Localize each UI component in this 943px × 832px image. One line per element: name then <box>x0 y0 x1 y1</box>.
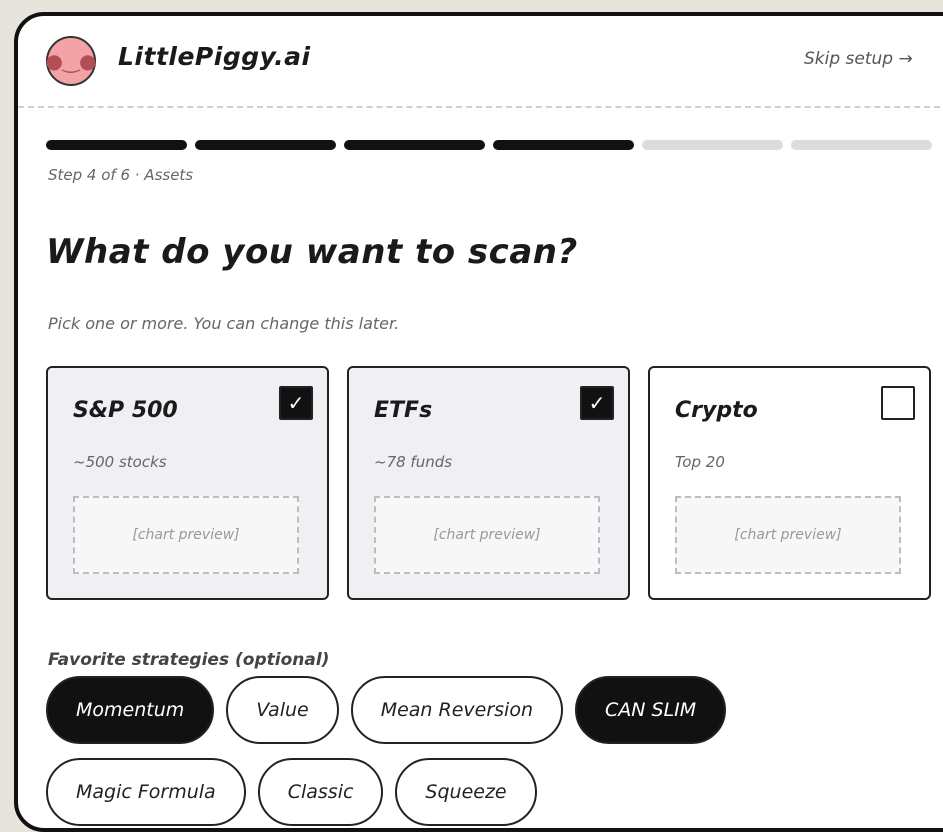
asset-card-title: S&P 500 <box>73 398 178 423</box>
chip-classic[interactable]: Classic <box>257 758 384 826</box>
app-window: ●‿● LittlePiggy.ai Skip setup → Step 4 o… <box>14 12 943 832</box>
chip-mean-reversion[interactable]: Mean Reversion <box>350 676 563 744</box>
progress-segment-4 <box>493 140 634 150</box>
checkbox-checked[interactable]: ✓ <box>580 386 614 420</box>
progress-segment-5 <box>642 140 783 150</box>
asset-card-sp500[interactable]: S&P 500 ~500 stocks ✓ [chart preview] <box>46 366 329 600</box>
progress-segment-3 <box>344 140 485 150</box>
strategy-chips: Momentum Value Mean Reversion CAN SLIM M… <box>46 676 806 826</box>
asset-cards: S&P 500 ~500 stocks ✓ [chart preview] ET… <box>46 366 931 600</box>
asset-card-etfs[interactable]: ETFs ~78 funds ✓ [chart preview] <box>347 366 630 600</box>
progress-segment-2 <box>195 140 336 150</box>
chip-squeeze[interactable]: Squeeze <box>395 758 537 826</box>
progress-segment-1 <box>46 140 187 150</box>
check-icon: ✓ <box>287 391 305 415</box>
brand-name: LittlePiggy.ai <box>118 42 311 71</box>
chart-preview-placeholder: [chart preview] <box>675 496 901 574</box>
checkbox-unchecked[interactable] <box>881 386 915 420</box>
asset-card-subtitle: ~500 stocks <box>73 453 167 471</box>
skip-setup-link[interactable]: Skip setup → <box>804 49 913 69</box>
asset-card-subtitle: Top 20 <box>675 453 725 471</box>
header: ●‿● LittlePiggy.ai Skip setup → <box>18 16 943 106</box>
check-icon: ✓ <box>588 391 606 415</box>
progress-segment-6 <box>791 140 932 150</box>
asset-card-title: Crypto <box>675 398 758 423</box>
pig-icon: ●‿● <box>46 36 97 86</box>
strategies-label: Favorite strategies (optional) <box>48 650 330 670</box>
asset-card-subtitle: ~78 funds <box>374 453 453 471</box>
asset-card-crypto[interactable]: Crypto Top 20 [chart preview] <box>648 366 931 600</box>
asset-card-title: ETFs <box>374 398 433 423</box>
chip-can-slim[interactable]: CAN SLIM <box>575 676 727 744</box>
header-divider <box>18 106 943 108</box>
step-indicator: Step 4 of 6 · Assets <box>48 166 194 184</box>
chip-magic-formula[interactable]: Magic Formula <box>46 758 246 826</box>
chart-preview-placeholder: [chart preview] <box>73 496 299 574</box>
page-subtitle: Pick one or more. You can change this la… <box>48 314 400 333</box>
progress-bar <box>46 140 932 150</box>
chip-value[interactable]: Value <box>226 676 339 744</box>
page-title: What do you want to scan? <box>46 232 578 272</box>
checkbox-checked[interactable]: ✓ <box>279 386 313 420</box>
chart-preview-placeholder: [chart preview] <box>374 496 600 574</box>
chip-momentum[interactable]: Momentum <box>46 676 215 744</box>
